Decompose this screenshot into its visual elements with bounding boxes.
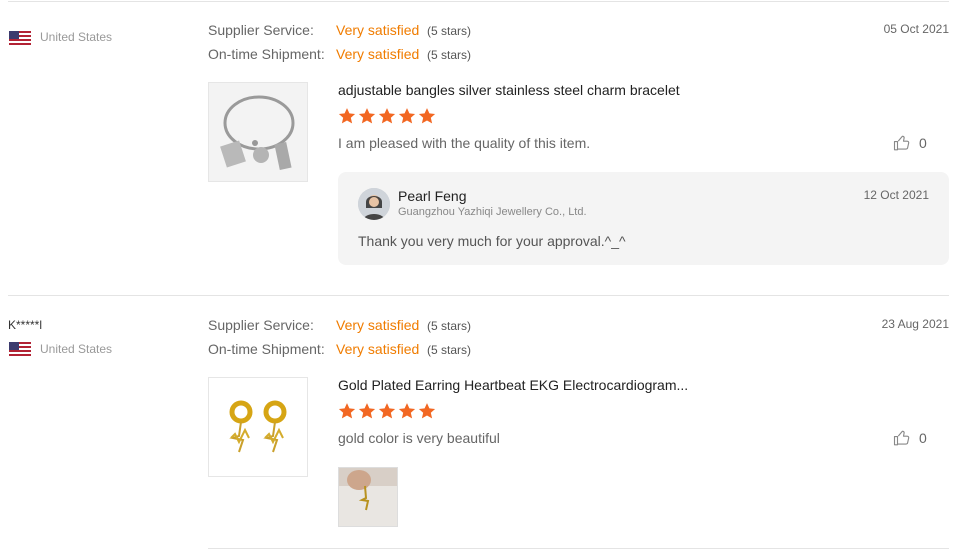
rating-stars — [338, 107, 436, 125]
buyer-country: United States — [40, 30, 113, 44]
like-button[interactable]: 0 — [893, 429, 927, 447]
reply-date: 12 Oct 2021 — [863, 188, 929, 202]
reply-author-company: Guangzhou Yazhiqi Jewellery Co., Ltd. — [398, 206, 587, 218]
shipment-stars: (5 stars) — [427, 343, 472, 357]
supplier-service-stars: (5 stars) — [427, 24, 472, 38]
product-title[interactable]: Gold Plated Earring Heartbeat EKG Electr… — [338, 377, 688, 393]
shipment-stars: (5 stars) — [427, 48, 472, 62]
product-thumbnail[interactable] — [208, 377, 308, 477]
star-icon — [418, 108, 436, 124]
like-count: 0 — [919, 135, 927, 151]
supplier-reply: Pearl Feng Guangzhou Yazhiqi Jewellery C… — [338, 172, 949, 265]
review-date: 23 Aug 2021 — [881, 317, 949, 331]
reply-text: Thank you very much for your approval.^_… — [358, 233, 626, 249]
star-icon — [378, 108, 396, 124]
thumbs-up-icon — [893, 430, 910, 446]
shipment-label: On-time Shipment: — [208, 46, 325, 62]
earring-image — [209, 378, 307, 476]
star-icon — [398, 403, 416, 419]
us-flag-icon — [9, 31, 31, 46]
review-comment: gold color is very beautiful — [338, 430, 500, 446]
star-icon — [338, 403, 356, 419]
bracelet-image — [209, 83, 307, 181]
supplier-service-stars: (5 stars) — [427, 319, 472, 333]
supplier-service-value: Very satisfied — [336, 22, 420, 38]
shipment-value: Very satisfied — [336, 341, 420, 357]
us-flag-icon — [9, 342, 31, 357]
shipment-value: Very satisfied — [336, 46, 420, 62]
star-icon — [358, 403, 376, 419]
supplier-service-label: Supplier Service: — [208, 317, 314, 333]
divider-bottom — [208, 548, 949, 549]
like-button[interactable]: 0 — [893, 134, 927, 152]
star-icon — [398, 108, 416, 124]
shipment-label: On-time Shipment: — [208, 341, 325, 357]
star-icon — [338, 108, 356, 124]
buyer-country: United States — [40, 342, 113, 356]
divider-middle — [8, 295, 949, 296]
supplier-service-label: Supplier Service: — [208, 22, 314, 38]
rating-stars — [338, 402, 436, 420]
review-photo[interactable] — [338, 467, 398, 527]
star-icon — [378, 403, 396, 419]
avatar — [358, 188, 390, 220]
thumbs-up-icon — [893, 135, 910, 151]
review-date: 05 Oct 2021 — [883, 22, 949, 36]
reply-author-name: Pearl Feng — [398, 188, 467, 204]
star-icon — [418, 403, 436, 419]
supplier-service-value: Very satisfied — [336, 317, 420, 333]
product-thumbnail[interactable] — [208, 82, 308, 182]
like-count: 0 — [919, 430, 927, 446]
divider-top — [8, 1, 949, 2]
product-title[interactable]: adjustable bangles silver stainless stee… — [338, 82, 680, 98]
star-icon — [358, 108, 376, 124]
buyer-name: K*****l — [8, 318, 43, 332]
review-comment: I am pleased with the quality of this it… — [338, 135, 591, 151]
